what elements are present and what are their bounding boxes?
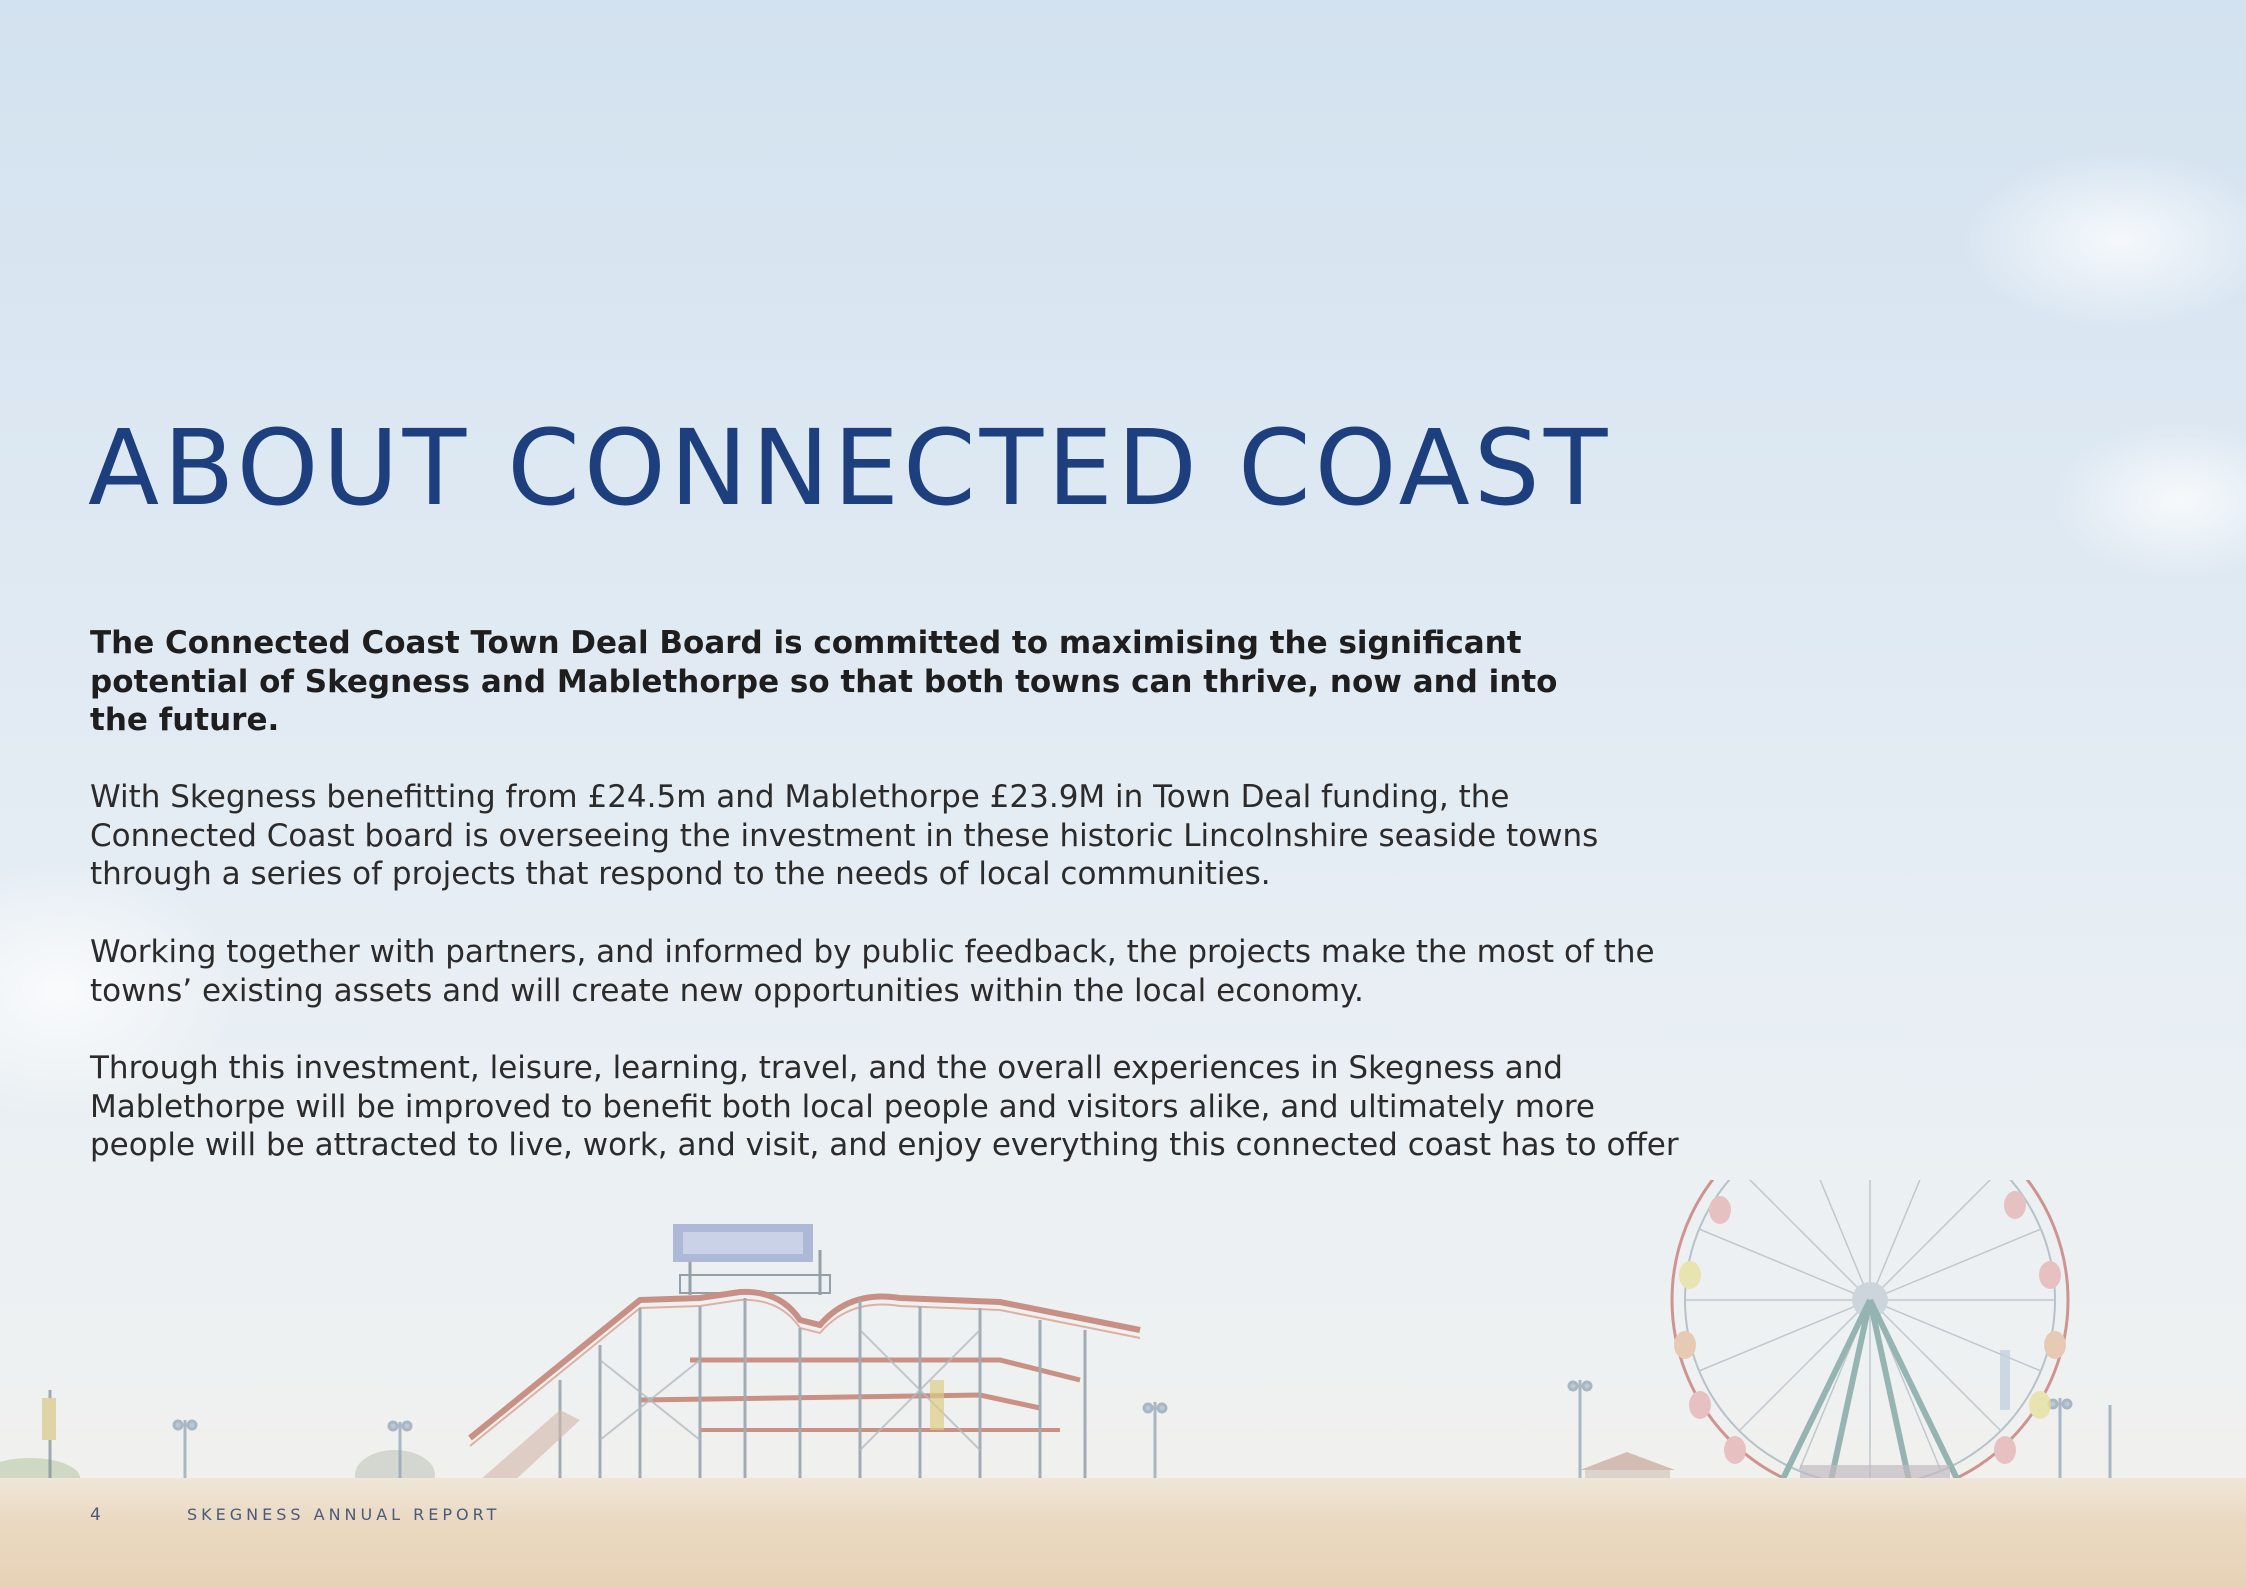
intro-paragraph: The Connected Coast Town Deal Board is c… — [90, 624, 1610, 740]
page-background: ABOUT CONNECTED COAST The Connected Coas… — [0, 0, 2246, 1588]
page-title: ABOUT CONNECTED COAST — [88, 407, 1612, 529]
body-line: through a series of projects that respon… — [90, 856, 1271, 892]
body-line: Through this investment, leisure, learni… — [90, 1050, 1563, 1086]
body-paragraph-funding: With Skegness benefitting from £24.5m an… — [90, 778, 1790, 894]
body-line: With Skegness benefitting from £24.5m an… — [90, 779, 1510, 815]
intro-line: potential of Skegness and Mablethorpe so… — [90, 663, 1558, 700]
body-line: Connected Coast board is overseeing the … — [90, 817, 1599, 854]
cloud-right — [2050, 420, 2246, 580]
rollercoaster — [468, 1224, 1141, 1485]
intro-line: The Connected Coast Town Deal Board is c… — [90, 625, 1522, 661]
body-line: people will be attracted to live, work, … — [90, 1127, 1679, 1163]
body-paragraph-partners: Working together with partners, and info… — [90, 933, 1790, 1010]
body-line: towns’ existing assets and will create n… — [90, 972, 1364, 1009]
ferris-wheel — [1670, 1180, 2070, 1500]
body-paragraph-investment: Through this investment, leisure, learni… — [90, 1049, 1790, 1165]
cloud-top-right — [1960, 150, 2246, 330]
intro-line: the future. — [90, 702, 280, 738]
page-number: 4 — [90, 1505, 102, 1525]
body-line: Working together with partners, and info… — [90, 934, 1655, 970]
beach-sand — [0, 1478, 2246, 1588]
body-line: Mablethorpe will be improved to benefit … — [90, 1088, 1595, 1125]
footer-report-title: SKEGNESS ANNUAL REPORT — [187, 1505, 501, 1524]
